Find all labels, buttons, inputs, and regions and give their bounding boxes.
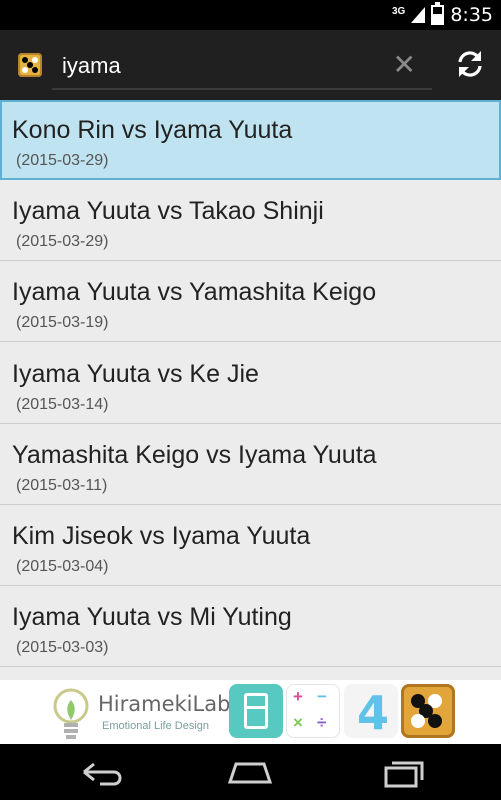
status-bar: 3G 8:35 [0, 0, 501, 30]
hiramekilab-logo[interactable]: HiramekiLab Emotional Life Design [48, 682, 230, 742]
game-title: Yamashita Keigo vs Iyama Yuuta [12, 441, 377, 469]
go-stones-icon [411, 694, 442, 728]
game-date: (2015-03-03) [16, 639, 109, 656]
network-type-label: 3G [391, 5, 406, 17]
game-date: (2015-03-14) [16, 396, 109, 413]
game-date: (2015-03-29) [16, 152, 109, 169]
fridge-app-icon[interactable] [229, 684, 283, 738]
close-icon[interactable]: ✕ [393, 46, 416, 84]
go-board-app-icon[interactable] [401, 684, 455, 738]
back-icon[interactable] [70, 754, 130, 790]
status-icons: 3G 8:35 [391, 2, 493, 26]
game-title: Iyama Yuuta vs Ke Jie [12, 360, 259, 388]
game-title: Iyama Yuuta vs Mi Yuting [12, 603, 292, 631]
game-list-item[interactable]: Kim Jiseok vs Iyama Yuuta (2015-03-04) [0, 506, 501, 586]
battery-icon [431, 2, 445, 25]
game-date: (2015-03-29) [16, 233, 109, 250]
game-list-item[interactable]: Yamashita Keigo vs Iyama Yuuta (2015-03-… [0, 425, 501, 505]
plus-symbol: + [293, 687, 303, 706]
game-title: Kono Rin vs Iyama Yuuta [12, 116, 293, 144]
game-title: Iyama Yuuta vs Takao Shinji [12, 197, 324, 225]
lightbulb-icon [53, 688, 89, 739]
game-list-item[interactable]: Iyama Yuuta vs Ke Jie (2015-03-14) [0, 344, 501, 424]
ad-brand-name: HiramekiLab [98, 692, 231, 716]
game-list-item[interactable]: Iyama Yuuta vs Yamashita Keigo (2015-03-… [0, 262, 501, 342]
four-app-label: 4 [357, 686, 390, 740]
game-list-item[interactable]: Iyama Yuuta vs Takao Shinji (2015-03-29) [0, 181, 501, 261]
game-title: Iyama Yuuta vs Yamashita Keigo [12, 278, 377, 306]
game-date: (2015-03-04) [16, 558, 109, 575]
recents-icon[interactable] [372, 754, 432, 790]
action-bar: ✕ [0, 30, 501, 100]
home-icon[interactable] [220, 754, 280, 790]
divide-symbol: ÷ [317, 713, 327, 732]
ad-banner[interactable]: HiramekiLab Emotional Life Design + − × … [0, 680, 501, 744]
game-list-item[interactable] [0, 668, 501, 680]
status-clock: 8:35 [450, 4, 493, 26]
signal-icon [411, 7, 426, 23]
game-title: Kim Jiseok vs Iyama Yuuta [12, 522, 311, 550]
minus-symbol: − [317, 687, 327, 706]
game-list-item[interactable]: Iyama Yuuta vs Mi Yuting (2015-03-03) [0, 587, 501, 667]
search-input[interactable] [60, 50, 384, 82]
game-date: (2015-03-19) [16, 314, 109, 331]
ad-tagline: Emotional Life Design [102, 720, 210, 732]
game-date: (2015-03-11) [16, 477, 108, 494]
four-app-icon[interactable]: 4 [344, 684, 398, 740]
game-list-item[interactable]: Kono Rin vs Iyama Yuuta (2015-03-29) [0, 100, 501, 180]
math-app-icon[interactable]: + − × ÷ [286, 684, 340, 738]
navigation-bar [0, 744, 501, 800]
refresh-icon[interactable] [455, 49, 485, 79]
go-board-app-icon[interactable] [18, 53, 42, 77]
game-list: Kono Rin vs Iyama Yuuta (2015-03-29) Iya… [0, 100, 501, 680]
times-symbol: × [293, 713, 303, 732]
search-box: ✕ [52, 44, 432, 90]
